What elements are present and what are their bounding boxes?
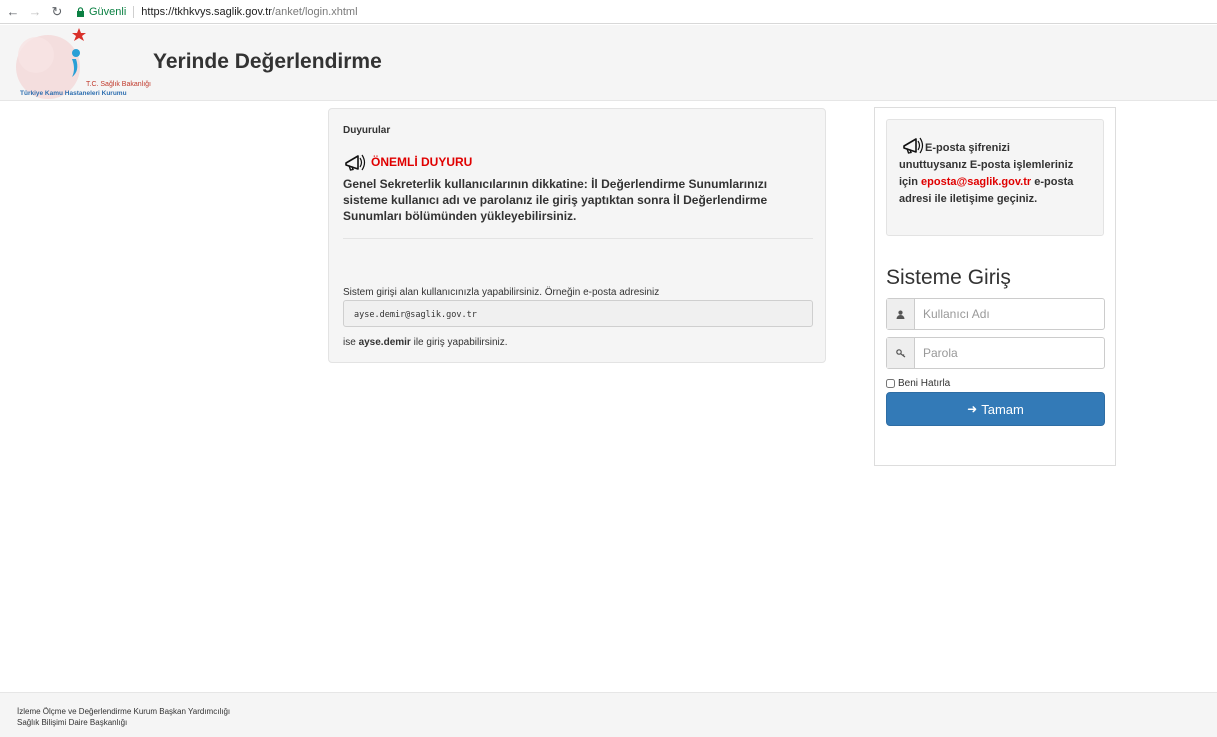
key-icon (887, 338, 915, 368)
announcements-panel: Duyurular ÖNEMLİ DUYURU Genel Sekreterli… (328, 108, 826, 363)
login-after-text: ise ayse.demir ile giriş yapabilirsiniz. (343, 337, 508, 348)
username-group (886, 298, 1105, 330)
footer-line1: İzleme Ölçme ve Değerlendirme Kurum Başk… (17, 707, 231, 716)
email-notice-line1: E-posta şifrenizi (925, 142, 1010, 154)
after-suffix: ile giriş yapabilirsiniz. (410, 337, 508, 348)
announcement-body: Genel Sekreterlik kullanıcılarının dikka… (343, 177, 768, 223)
remember-me[interactable]: Beni Hatırla (886, 378, 950, 389)
logo-line1: T.C. Sağlık Bakanlığı (86, 81, 151, 88)
url-host: https://tkhkvys.saglik.gov.tr (141, 5, 272, 18)
email-notice-box: E-posta şifrenizi unuttuysanız E-posta iş… (886, 119, 1104, 236)
sign-in-icon: ➜ (967, 402, 978, 416)
password-input[interactable] (915, 338, 1104, 368)
reload-button[interactable]: ↻ (48, 3, 66, 21)
example-username: ayse.demir (358, 337, 411, 348)
important-label: ÖNEMLİ DUYURU (371, 155, 473, 169)
after-prefix: ise (343, 337, 359, 348)
login-panel: E-posta şifrenizi unuttuysanız E-posta iş… (874, 107, 1116, 466)
browser-toolbar: ← → ↻ Güvenli https://tkhkvys.saglik.gov… (0, 0, 1217, 24)
user-icon (887, 299, 915, 329)
ministry-logo[interactable]: T.C. Sağlık Bakanlığı Türkiye Kamu Hasta… (6, 25, 151, 101)
megaphone-icon (345, 154, 366, 171)
footer-line2: Sağlık Bilişimi Daire Başkanlığı (17, 718, 128, 727)
submit-label: Tamam (981, 401, 1024, 417)
support-email-link[interactable]: eposta@saglik.gov.tr (921, 176, 1031, 188)
back-button[interactable]: ← (4, 3, 22, 21)
login-info-text: Sistem girişi alan kullanıcınızla yapabi… (343, 287, 660, 298)
url-path: /anket/login.xhtml (271, 5, 358, 18)
arrow-left-icon: ← (6, 4, 20, 19)
address-bar[interactable]: Güvenli https://tkhkvys.saglik.gov.tr/an… (76, 2, 358, 22)
url-separator (133, 5, 135, 18)
reload-icon: ↻ (51, 3, 63, 19)
login-submit-button[interactable]: ➜ Tamam (886, 392, 1105, 426)
remember-label: Beni Hatırla (898, 378, 951, 389)
email-notice-text: E-posta şifrenizi unuttuysanız E-posta iş… (899, 140, 1095, 208)
remember-checkbox[interactable] (886, 379, 895, 388)
arrow-right-icon: → (28, 4, 42, 19)
page-title: Yerinde Değerlendirme (153, 50, 382, 73)
login-title: Sisteme Giriş (886, 266, 1011, 289)
example-email-box: ayse.demir@saglik.gov.tr (343, 300, 813, 327)
logo-line2: Türkiye Kamu Hastaneleri Kurumu (20, 90, 127, 97)
site-header: T.C. Sağlık Bakanlığı Türkiye Kamu Hasta… (0, 25, 1217, 101)
secure-label: Güvenli (89, 5, 127, 18)
site-footer: İzleme Ölçme ve Değerlendirme Kurum Başk… (0, 692, 1217, 737)
announcements-title: Duyurular (343, 125, 391, 136)
password-group (886, 337, 1105, 369)
username-input[interactable] (915, 299, 1104, 329)
forward-button[interactable]: → (26, 3, 44, 21)
divider (343, 238, 813, 239)
lock-icon (77, 6, 84, 17)
